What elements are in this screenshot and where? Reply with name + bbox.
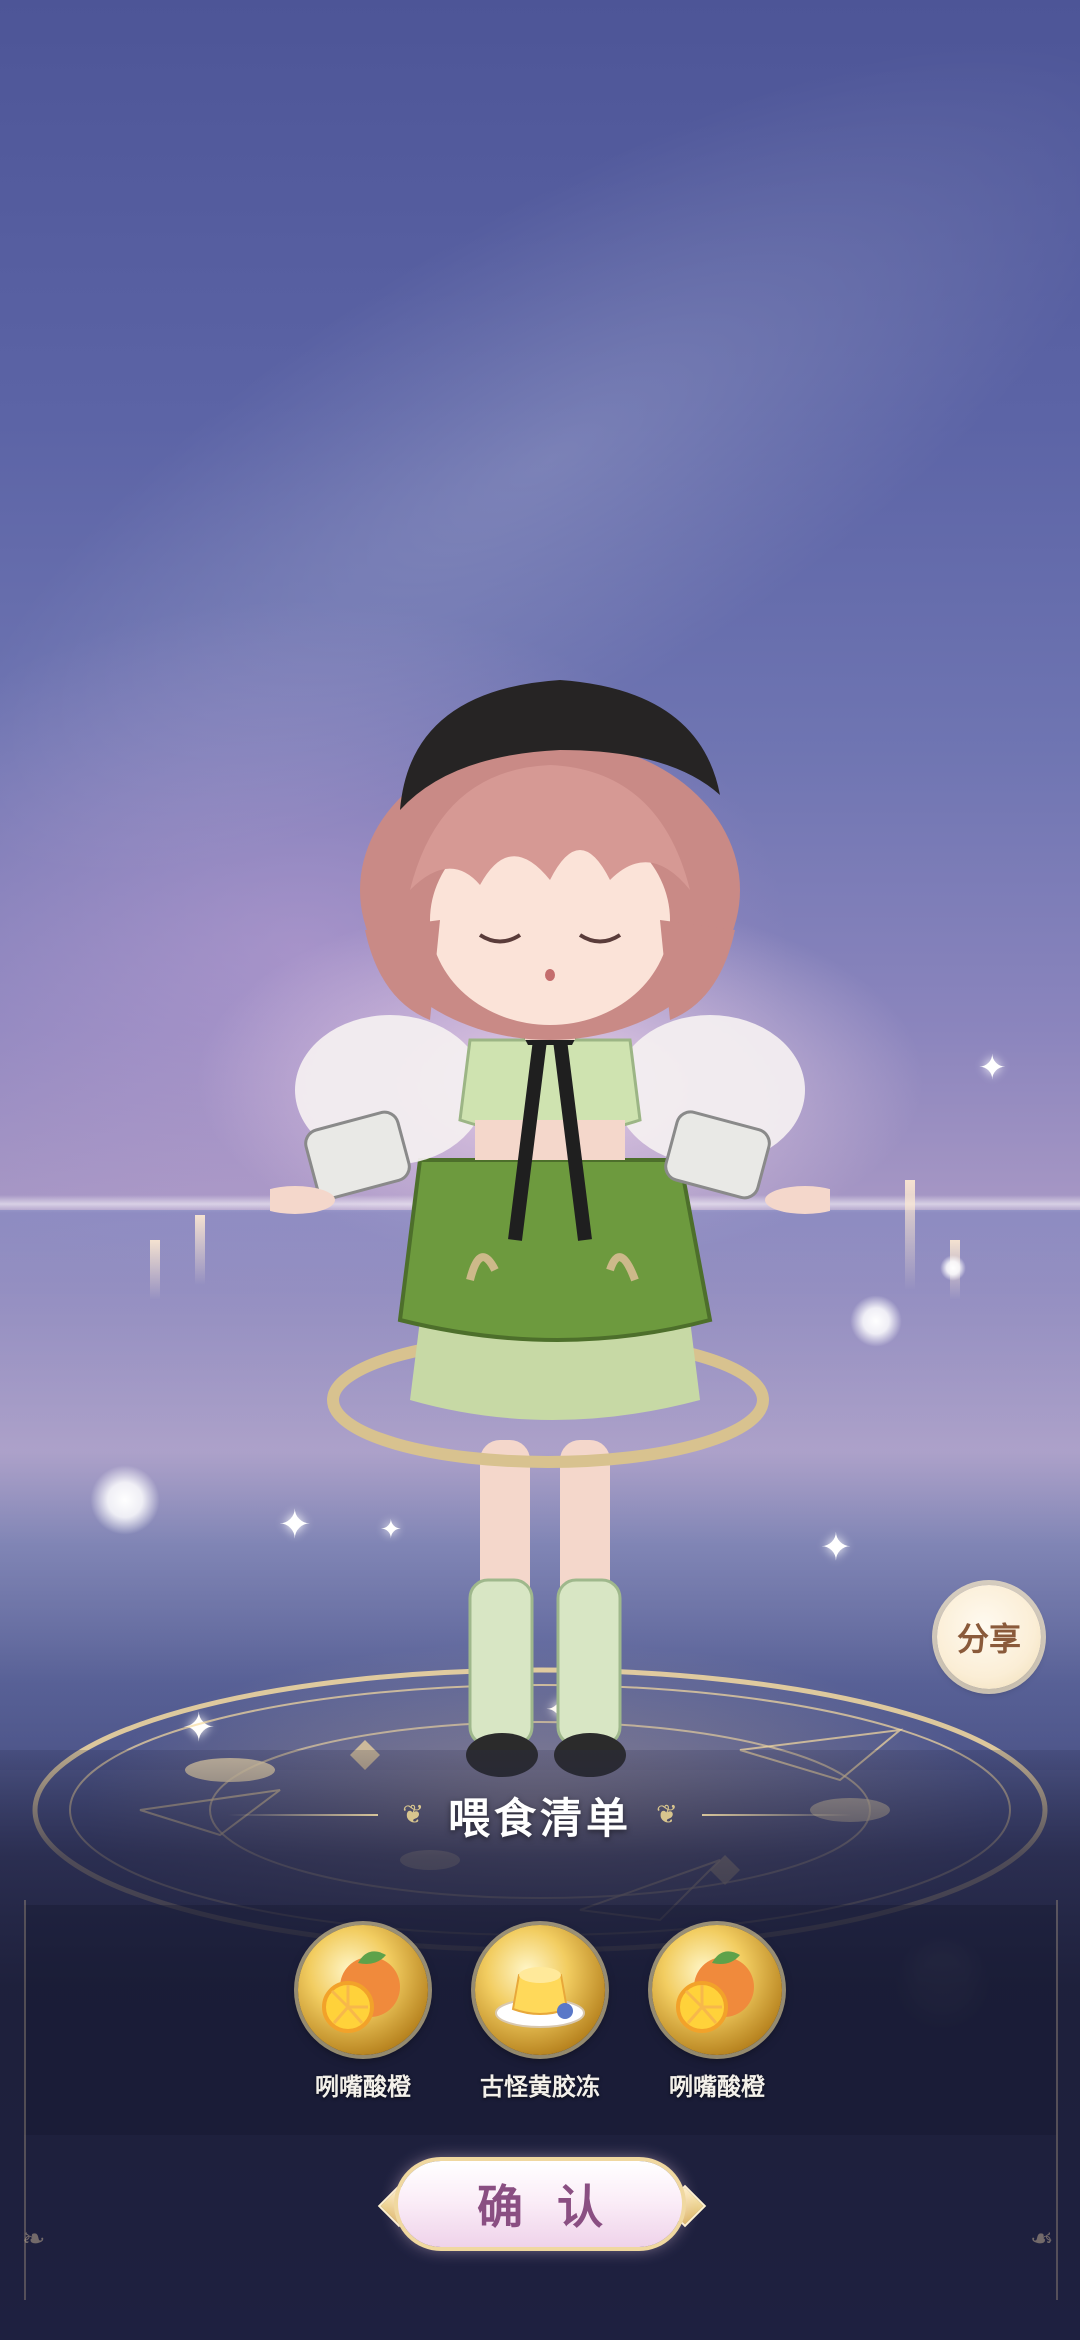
leaf-icon: ❦ (656, 1800, 678, 1830)
corner-ornament-icon: ❧ (1030, 2222, 1054, 2255)
floating-light-orb (850, 1295, 902, 1347)
title-divider-right (701, 1814, 852, 1816)
orange-icon (298, 1925, 428, 2055)
feeding-item-name: 咧嘴酸橙 (315, 2073, 411, 2101)
floating-light-orb (940, 1255, 966, 1281)
confirm-button[interactable]: 确认 (398, 2161, 682, 2247)
pudding-icon (475, 1925, 605, 2055)
light-reflection (905, 1180, 915, 1290)
character-avatar (270, 680, 830, 1777)
title-divider-left (228, 1814, 379, 1816)
feeding-item-name: 古怪黄胶冻 (480, 2073, 600, 2101)
sparkle-icon: ✦ (978, 1048, 1007, 1088)
feeding-item[interactable]: 古怪黄胶冻 (473, 1925, 608, 2125)
floating-light-orb (90, 1465, 160, 1535)
feeding-list-title: 喂食清单 (447, 1793, 632, 1843)
corner-ornament-icon: ❧ (22, 2222, 46, 2255)
confirm-area: 确认 (377, 2155, 707, 2255)
feeding-item-list: 咧嘴酸橙 古怪黄胶冻 咧嘴酸橙 (0, 1925, 1080, 2125)
light-reflection (150, 1240, 160, 1300)
feeding-list-header: ❦ 喂食清单 ❦ (0, 1785, 1080, 1845)
feeding-item[interactable]: 咧嘴酸橙 (296, 1925, 431, 2125)
feeding-item-name: 咧嘴酸橙 (669, 2073, 765, 2101)
orange-icon (652, 1925, 782, 2055)
feeding-item[interactable]: 咧嘴酸橙 (650, 1925, 785, 2125)
share-button[interactable]: 分享 (937, 1585, 1041, 1689)
leaf-icon: ❦ (402, 1800, 424, 1830)
share-label: 分享 (956, 1620, 1021, 1658)
light-reflection (195, 1215, 205, 1285)
